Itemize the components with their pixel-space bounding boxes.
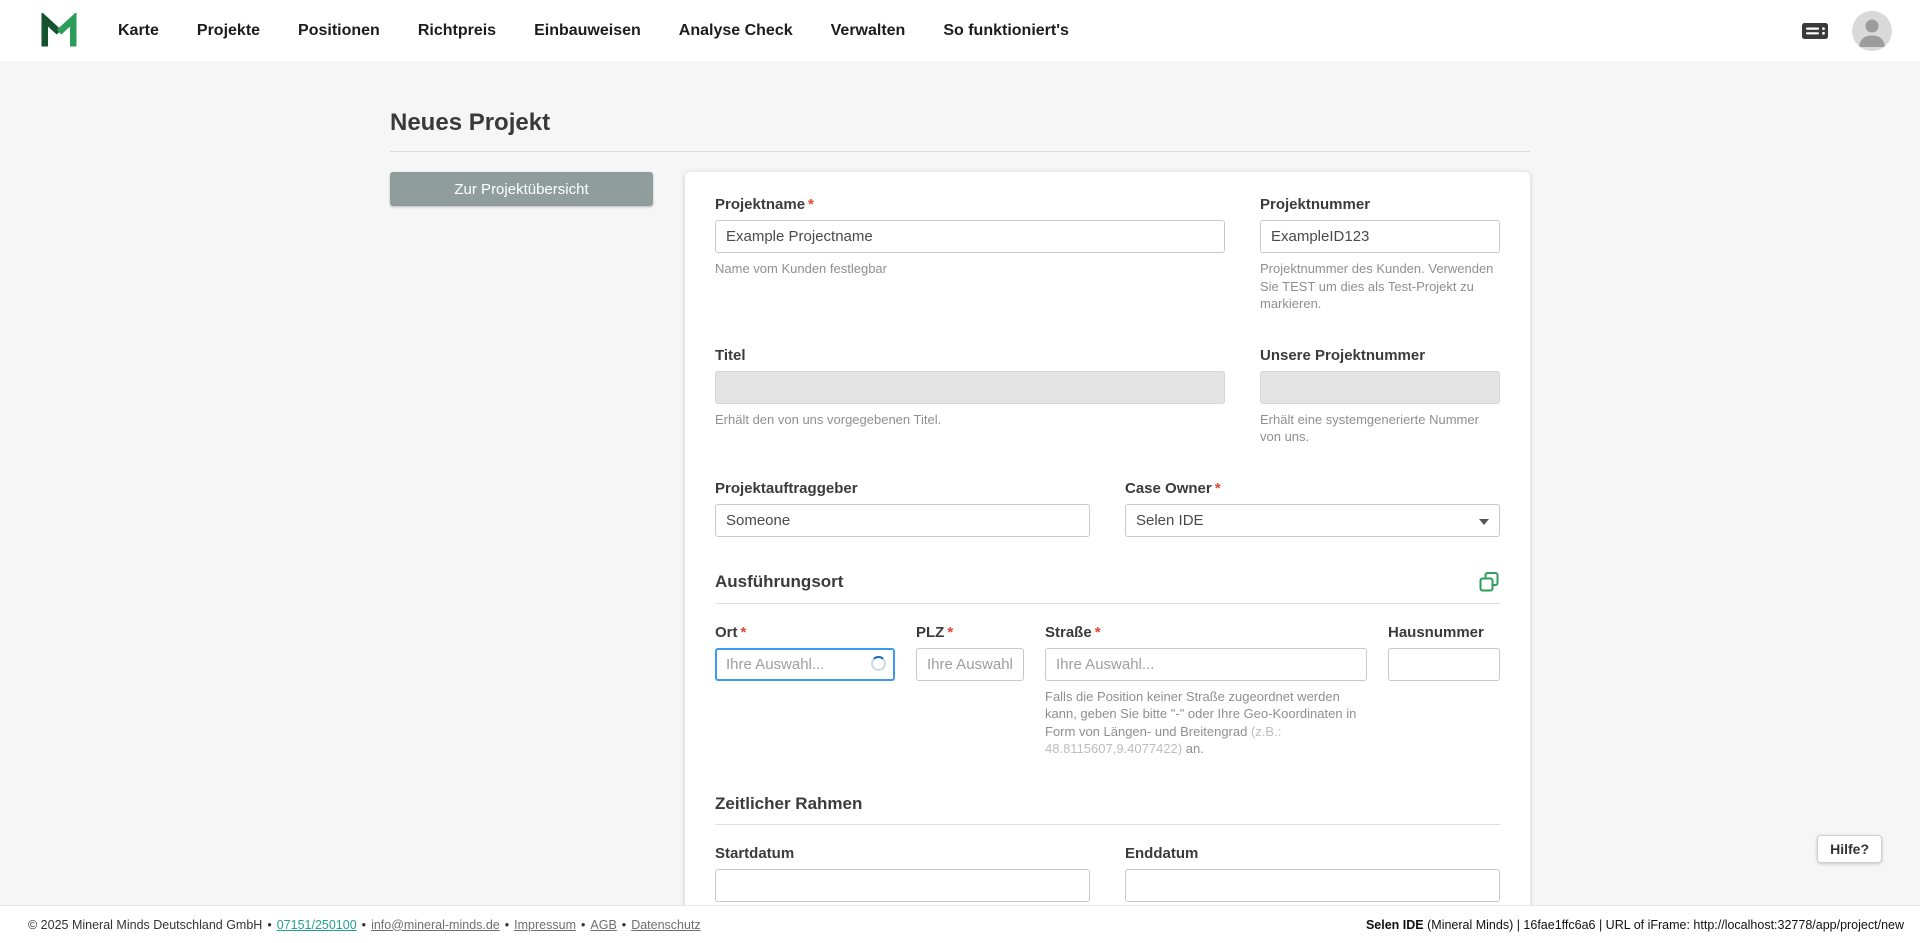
unsere-projektnummer-label: Unsere Projektnummer xyxy=(1260,347,1500,364)
projektauftraggeber-label: Projektauftraggeber xyxy=(715,480,1090,497)
footer-separator: • xyxy=(622,918,626,932)
ort-input[interactable] xyxy=(715,648,895,681)
footer-separator: • xyxy=(505,918,509,932)
footer-agb-link[interactable]: AGB xyxy=(590,918,616,932)
nav-item-einbauweisen[interactable]: Einbauweisen xyxy=(534,22,641,40)
navbar-right xyxy=(1800,11,1892,51)
copy-icon[interactable] xyxy=(1478,571,1500,593)
nav-item-karte[interactable]: Karte xyxy=(118,22,159,40)
projektname-label: Projektname* xyxy=(715,196,1225,213)
required-asterisk: * xyxy=(1215,480,1221,497)
footer-datenschutz-link[interactable]: Datenschutz xyxy=(631,918,700,932)
footer-impressum-link[interactable]: Impressum xyxy=(514,918,576,932)
nav-item-richtpreis[interactable]: Richtpreis xyxy=(418,22,496,40)
case-owner-selected-value: Selen IDE xyxy=(1136,512,1204,529)
help-button[interactable]: Hilfe? xyxy=(1817,835,1882,863)
case-owner-select[interactable]: Selen IDE xyxy=(1125,504,1500,537)
hausnummer-label: Hausnummer xyxy=(1388,624,1500,641)
divider xyxy=(715,603,1500,604)
footer-email-link[interactable]: info@mineral-minds.de xyxy=(371,918,500,932)
projektnummer-input[interactable] xyxy=(1260,220,1500,253)
logo-m-icon xyxy=(40,13,78,49)
project-overview-button[interactable]: Zur Projektübersicht xyxy=(390,172,653,206)
startdatum-input[interactable] xyxy=(715,869,1090,902)
required-asterisk: * xyxy=(1095,624,1101,641)
person-icon xyxy=(1852,11,1892,51)
projektnummer-helper: Projektnummer des Kunden. Verwenden Sie … xyxy=(1260,260,1500,313)
projektname-input[interactable] xyxy=(715,220,1225,253)
required-asterisk: * xyxy=(947,624,953,641)
projektauftraggeber-input[interactable] xyxy=(715,504,1090,537)
footer-phone-link[interactable]: 07151/250100 xyxy=(277,918,357,932)
unsere-projektnummer-helper: Erhält eine systemgenerierte Nummer von … xyxy=(1260,411,1500,446)
user-avatar[interactable] xyxy=(1852,11,1892,51)
plz-input[interactable] xyxy=(916,648,1024,681)
strasse-label: Straße* xyxy=(1045,624,1367,641)
main-content: Neues Projekt Zur Projektübersicht Proje… xyxy=(390,61,1530,938)
divider xyxy=(715,824,1500,825)
strasse-input[interactable] xyxy=(1045,648,1367,681)
footer-copyright: © 2025 Mineral Minds Deutschland GmbH xyxy=(28,918,262,932)
titel-input xyxy=(715,371,1225,404)
required-asterisk: * xyxy=(741,624,747,641)
strasse-helper: Falls die Position keiner Straße zugeord… xyxy=(1045,688,1367,758)
enddatum-input[interactable] xyxy=(1125,869,1500,902)
footer-separator: • xyxy=(362,918,366,932)
page-title: Neues Projekt xyxy=(390,109,1530,137)
hausnummer-input[interactable] xyxy=(1388,648,1500,681)
nav-item-verwalten[interactable]: Verwalten xyxy=(831,22,906,40)
projektnummer-label: Projektnummer xyxy=(1260,196,1500,213)
unsere-projektnummer-input xyxy=(1260,371,1500,404)
titel-label: Titel xyxy=(715,347,1225,364)
new-project-form-card: Projektname* Name vom Kunden festlegbar … xyxy=(685,172,1530,938)
section-title-zeitlicher-rahmen: Zeitlicher Rahmen xyxy=(715,794,862,814)
required-asterisk: * xyxy=(808,196,814,213)
footer-separator: • xyxy=(267,918,271,932)
nav-item-projekte[interactable]: Projekte xyxy=(197,22,260,40)
divider xyxy=(390,151,1530,152)
plz-label: PLZ* xyxy=(916,624,1024,641)
enddatum-label: Enddatum xyxy=(1125,845,1500,862)
case-owner-label: Case Owner* xyxy=(1125,480,1500,497)
projektname-helper: Name vom Kunden festlegbar xyxy=(715,260,1225,278)
server-icon[interactable] xyxy=(1800,19,1830,43)
section-title-ausfuehrungsort: Ausführungsort xyxy=(715,572,843,592)
nav-item-so-funktionierts[interactable]: So funktioniert's xyxy=(943,22,1069,40)
main-navigation: Karte Projekte Positionen Richtpreis Ein… xyxy=(118,22,1107,40)
nav-item-positionen[interactable]: Positionen xyxy=(298,22,380,40)
startdatum-label: Startdatum xyxy=(715,845,1090,862)
titel-helper: Erhält den von uns vorgegebenen Titel. xyxy=(715,411,1225,429)
chevron-down-icon xyxy=(1479,519,1489,525)
loading-spinner-icon xyxy=(871,656,886,671)
mineral-minds-logo[interactable] xyxy=(40,13,78,49)
top-navbar: Karte Projekte Positionen Richtpreis Ein… xyxy=(0,0,1920,61)
ort-label: Ort* xyxy=(715,624,895,641)
footer-separator: • xyxy=(581,918,585,932)
nav-item-analyse-check[interactable]: Analyse Check xyxy=(679,22,793,40)
footer-session-info: Selen IDE (Mineral Minds) | 16fae1ffc6a6… xyxy=(1366,918,1904,932)
page-footer: © 2025 Mineral Minds Deutschland GmbH • … xyxy=(0,905,1920,943)
